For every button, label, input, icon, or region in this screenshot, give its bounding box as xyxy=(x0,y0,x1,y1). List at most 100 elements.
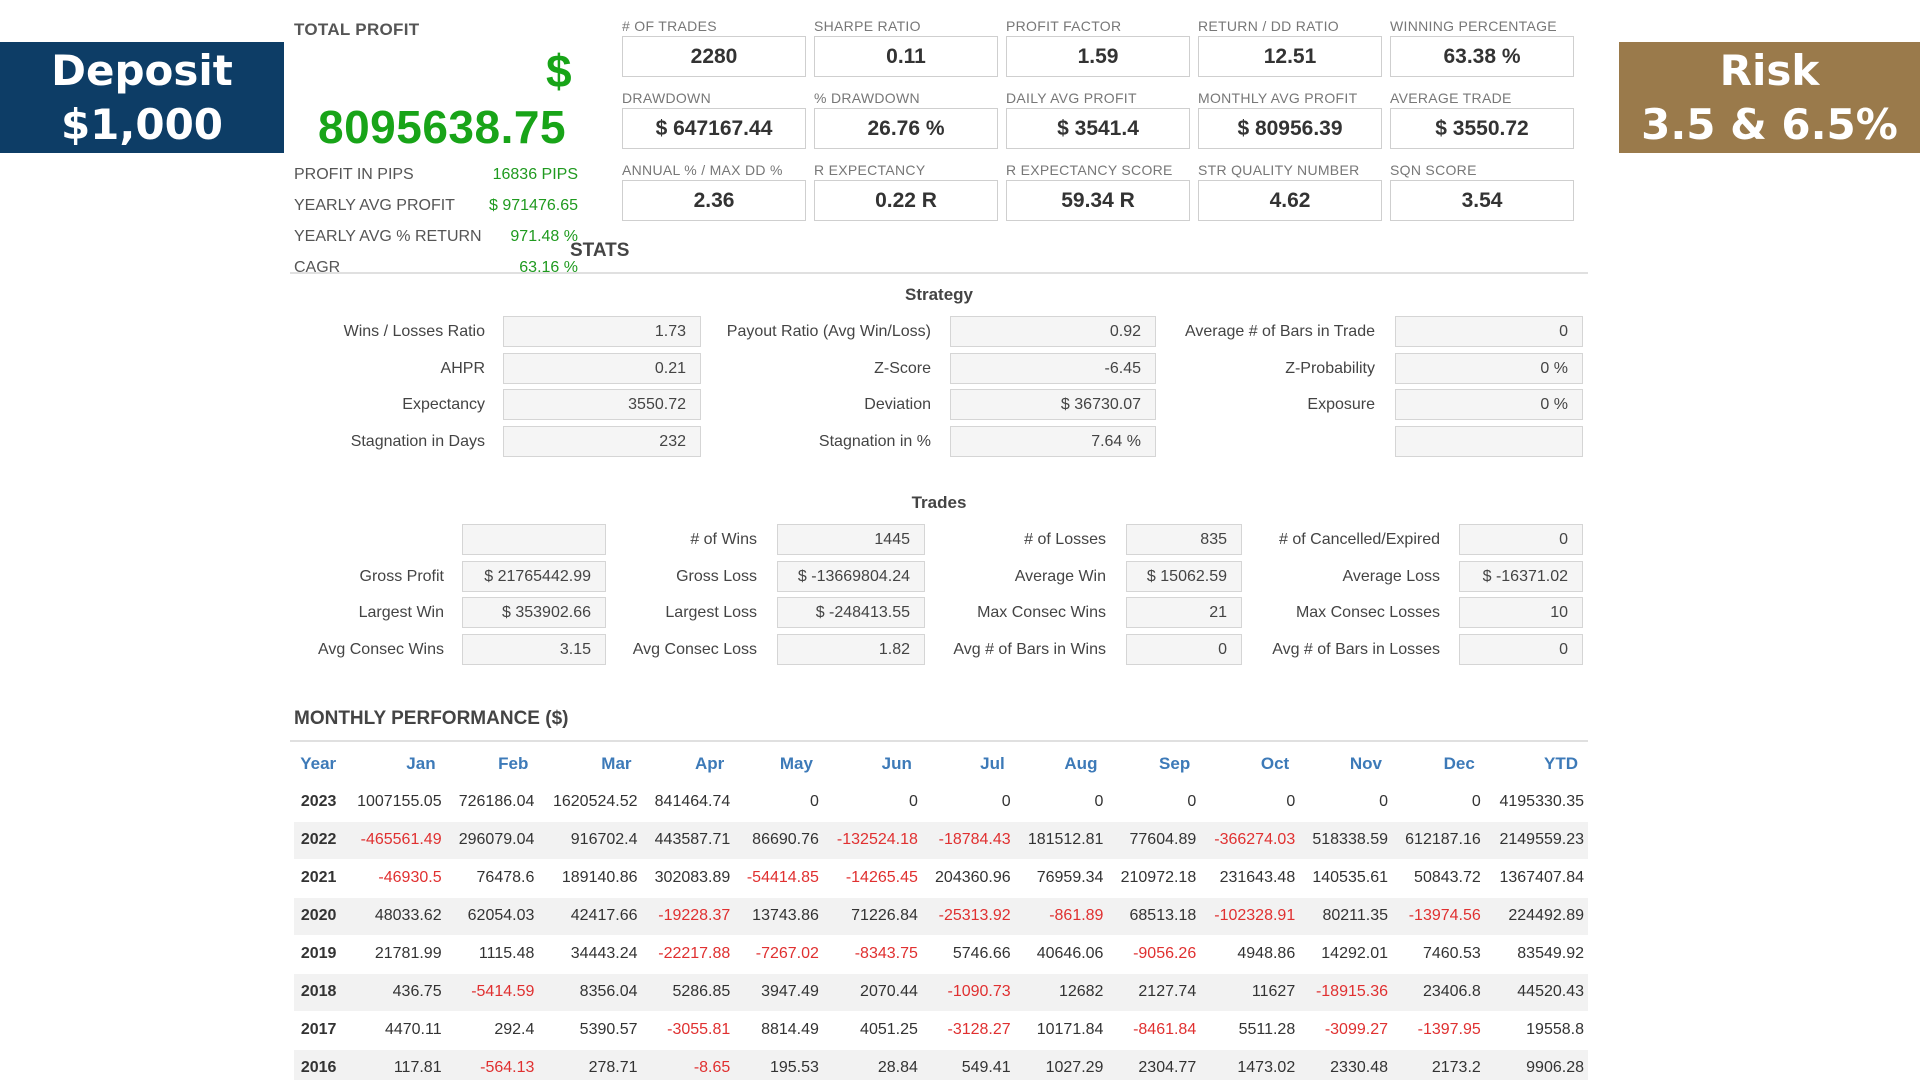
strategy-label: AHPR xyxy=(440,359,485,377)
metric-label: STR QUALITY NUMBER xyxy=(1198,162,1360,178)
metric-label: % DRAWDOWN xyxy=(814,90,920,106)
divider xyxy=(290,272,1588,274)
strategy-value: 0 % xyxy=(1395,389,1583,420)
summary-row-label: YEARLY AVG PROFIT xyxy=(294,197,455,214)
month-cell: 0 xyxy=(822,782,922,821)
month-cell: 436.75 xyxy=(342,972,446,1011)
table-header-row: Year Jan Feb Mar Apr May Jun Jul Aug Sep Oct Nov Dec… xyxy=(294,745,1588,783)
metric-card: % DRAWDOWN 26.76 % xyxy=(814,90,1006,156)
trades-label: Gross Profit xyxy=(359,567,444,585)
month-cell: -1090.73 xyxy=(921,972,1015,1011)
month-cell: -18784.43 xyxy=(921,820,1015,859)
month-cell: 8814.49 xyxy=(734,1010,823,1049)
month-cell: 19558.8 xyxy=(1484,1010,1588,1049)
column-header: Jun xyxy=(881,753,912,773)
month-cell: 11627 xyxy=(1200,972,1300,1011)
month-cell: 2304.77 xyxy=(1107,1048,1201,1080)
trades-title: Trades xyxy=(911,493,967,512)
month-cell: -3055.81 xyxy=(641,1010,735,1049)
metric-label: SQN SCORE xyxy=(1390,162,1477,178)
month-cell: 1027.29 xyxy=(1014,1048,1108,1080)
table-row: 2019 21781.99 1115.48 34443.24 -22217.88 -726… xyxy=(294,934,1588,973)
month-cell: 916702.4 xyxy=(538,820,642,859)
month-cell: 13743.86 xyxy=(734,896,823,935)
month-cell: 76959.34 xyxy=(1014,858,1108,897)
month-cell: 28.84 xyxy=(822,1048,922,1080)
month-cell: 302083.89 xyxy=(641,858,735,897)
year-cell: 2018 xyxy=(294,972,343,1011)
risk-banner: Risk 3.5 & 6.5% xyxy=(1619,42,1920,153)
month-cell: 140535.61 xyxy=(1299,858,1392,897)
month-cell: -7267.02 xyxy=(734,934,823,973)
metric-value: 4.62 xyxy=(1198,180,1382,221)
metric-value: $ 3550.72 xyxy=(1390,108,1574,149)
metric-card: R EXPECTANCY 0.22 R xyxy=(814,162,1006,228)
month-cell: -366274.03 xyxy=(1200,820,1300,859)
table-row: 2018 436.75 -5414.59 8356.04 5286.85 3947.49 2… xyxy=(294,972,1588,1011)
trades-label: Avg # of Bars in Wins xyxy=(953,640,1106,658)
month-cell: 224492.89 xyxy=(1484,896,1588,935)
month-cell: 21781.99 xyxy=(342,934,446,973)
metrics-grid: # OF TRADES 2280 SHARPE RATIO 0.11 PROFIT FA… xyxy=(622,18,1582,228)
month-cell: 2173.2 xyxy=(1392,1048,1485,1080)
trades-label: Gross Loss xyxy=(676,567,757,585)
month-cell: 77604.89 xyxy=(1107,820,1201,859)
strategy-label: Z-Score xyxy=(874,359,931,377)
column-header: Dec xyxy=(1443,753,1475,773)
month-cell: 1115.48 xyxy=(445,934,539,973)
strategy-label: Deviation xyxy=(864,396,931,413)
metric-label: R EXPECTANCY SCORE xyxy=(1006,162,1173,178)
trades-label: Avg # of Bars in Losses xyxy=(1272,640,1440,658)
metric-value: $ 647167.44 xyxy=(622,108,806,149)
month-cell: 80211.35 xyxy=(1299,896,1392,935)
month-cell: 68513.18 xyxy=(1107,896,1201,935)
table-row: 2021 -46930.5 76478.6 189140.86 302083.89 -54… xyxy=(294,858,1588,897)
trades-value: 10 xyxy=(1459,597,1583,628)
month-cell: 14292.01 xyxy=(1299,934,1392,973)
month-cell: 549.41 xyxy=(921,1048,1015,1080)
metric-value: 63.38 % xyxy=(1390,36,1574,77)
year-cell: 2019 xyxy=(294,934,343,973)
metric-value: 0.11 xyxy=(814,36,998,77)
risk-banner-title: Risk xyxy=(1719,45,1820,95)
month-cell: 44520.43 xyxy=(1484,972,1588,1011)
metric-card: SHARPE RATIO 0.11 xyxy=(814,18,1006,84)
year-cell: 2016 xyxy=(294,1048,343,1080)
year-cell: 2021 xyxy=(294,858,343,897)
month-cell: -8461.84 xyxy=(1107,1010,1201,1049)
table-row: 2022 -465561.49 296079.04 916702.4 443587.71… xyxy=(294,820,1588,859)
risk-banner-value: 3.5 & 6.5% xyxy=(1641,99,1898,149)
month-cell: -8343.75 xyxy=(822,934,922,973)
month-cell: 8356.04 xyxy=(538,972,642,1011)
month-cell: 2149559.23 xyxy=(1484,820,1588,859)
column-header: YTD xyxy=(1544,753,1578,773)
month-cell: 4948.86 xyxy=(1200,934,1300,973)
summary-row-value: 971.48 % xyxy=(510,228,578,245)
month-cell: -861.89 xyxy=(1014,896,1108,935)
month-cell: -8.65 xyxy=(641,1048,735,1080)
year-cell: 2023 xyxy=(294,782,343,821)
metric-value: 3.54 xyxy=(1390,180,1574,221)
metric-label: R EXPECTANCY xyxy=(814,162,926,178)
month-cell: 23406.8 xyxy=(1392,972,1485,1011)
month-cell: 2330.48 xyxy=(1299,1048,1392,1080)
month-cell: 3947.49 xyxy=(734,972,823,1011)
month-cell: 5746.66 xyxy=(921,934,1015,973)
month-cell: 0 xyxy=(1299,782,1392,821)
month-cell: 7460.53 xyxy=(1392,934,1485,973)
year-cell: 2022 xyxy=(294,820,343,859)
month-cell: 0 xyxy=(1392,782,1485,821)
month-cell: 42417.66 xyxy=(538,896,642,935)
month-cell: 726186.04 xyxy=(445,782,539,821)
metric-label: WINNING PERCENTAGE xyxy=(1390,18,1557,34)
trades-label: Max Consec Losses xyxy=(1295,604,1440,621)
metric-label: SHARPE RATIO xyxy=(814,18,921,34)
deposit-banner: Deposit $1,000 xyxy=(0,42,284,153)
trades-value: $ -16371.02 xyxy=(1459,560,1583,592)
month-cell: 40646.06 xyxy=(1014,934,1108,973)
month-cell: 4195330.35 xyxy=(1484,782,1588,821)
month-cell: 1620524.52 xyxy=(538,782,642,821)
table-row: 2017 4470.11 292.4 5390.57 -3055.81 8814.49 40… xyxy=(294,1010,1588,1049)
month-cell: 443587.71 xyxy=(641,820,735,859)
month-cell: -25313.92 xyxy=(921,896,1015,935)
